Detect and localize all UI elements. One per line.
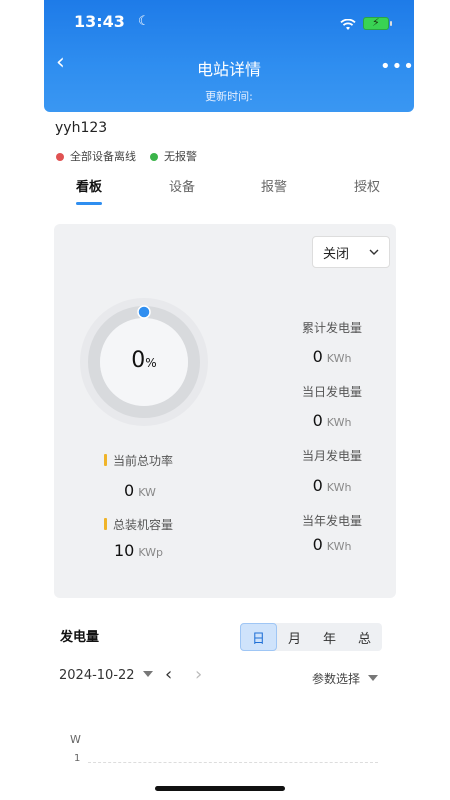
- accent-bar: [104, 454, 107, 466]
- header: 13:43 ☾ ⚡ ‹ 电站详情 ••• 更新时间:: [44, 0, 414, 112]
- station-name: yyh123: [55, 120, 108, 136]
- chevron-down-icon: [369, 249, 379, 255]
- total-generation-label: 累计发电量: [301, 321, 362, 335]
- chart-grid-line: [88, 762, 378, 763]
- monthly-generation-unit: KWh: [326, 481, 352, 494]
- period-day[interactable]: 日: [240, 623, 277, 651]
- daily-generation-number: 0: [312, 411, 323, 430]
- caret-down-icon: [368, 675, 379, 681]
- station-status: 全部设备离线 无报警: [56, 148, 197, 164]
- current-power-value: 0 KW: [124, 481, 156, 500]
- battery-icon: ⚡: [363, 16, 392, 30]
- next-date-icon[interactable]: ›: [195, 664, 202, 685]
- date-picker[interactable]: 2024-10-22: [59, 668, 153, 683]
- wifi-icon: [340, 16, 356, 35]
- chart-y-tick: 1: [74, 753, 81, 764]
- yearly-generation-label: 当年发电量: [301, 514, 362, 528]
- daily-generation-label: 当日发电量: [301, 385, 362, 399]
- gauge-value: 0: [131, 348, 146, 373]
- installed-capacity-value: 10 KWp: [114, 541, 163, 560]
- installed-capacity-label-text: 总装机容量: [113, 518, 174, 532]
- alarm-status-text: 无报警: [164, 150, 197, 163]
- yearly-generation-number: 0: [312, 535, 323, 554]
- daily-generation-value: 0 KWh: [272, 411, 392, 430]
- moon-icon: ☾: [138, 14, 150, 29]
- page-title: 电站详情: [196, 60, 261, 79]
- daily-generation-unit: KWh: [326, 416, 352, 429]
- period-year[interactable]: 年: [312, 623, 347, 651]
- period-selector: 日 月 年 总: [240, 623, 382, 651]
- period-total[interactable]: 总: [347, 623, 382, 651]
- more-icon[interactable]: •••: [380, 56, 415, 77]
- current-power-number: 0: [124, 481, 135, 500]
- monthly-generation-value: 0 KWh: [272, 476, 392, 495]
- period-month[interactable]: 月: [277, 623, 312, 651]
- parameter-select-label: 参数选择: [312, 672, 361, 686]
- installed-capacity-label: 总装机容量: [104, 516, 173, 533]
- alarm-status: 无报警: [150, 148, 197, 164]
- caret-down-icon: [142, 671, 153, 677]
- current-power-unit: KW: [138, 486, 156, 499]
- device-status-text: 全部设备离线: [70, 150, 136, 163]
- tab-bar: 看板 设备 报警 授权: [44, 176, 414, 208]
- total-generation-unit: KWh: [326, 352, 352, 365]
- yearly-generation-value: 0 KWh: [272, 535, 392, 554]
- parameter-select[interactable]: 参数选择: [312, 670, 379, 687]
- home-indicator: [155, 786, 285, 791]
- date-value: 2024-10-22: [59, 668, 135, 683]
- gauge-percentage: 0%: [78, 348, 210, 373]
- installed-capacity-number: 10: [114, 541, 135, 560]
- status-time: 13:43: [74, 12, 125, 31]
- installed-capacity-unit: KWp: [138, 546, 164, 559]
- chart-y-unit: W: [70, 733, 81, 746]
- offline-dot-icon: [56, 153, 64, 161]
- previous-date-icon[interactable]: ‹: [165, 664, 172, 685]
- mode-select[interactable]: 关闭: [312, 236, 390, 268]
- accent-bar: [104, 518, 107, 530]
- tab-devices[interactable]: 设备: [169, 176, 195, 195]
- tab-alarms[interactable]: 报警: [261, 176, 287, 195]
- generation-title: 发电量: [60, 630, 100, 645]
- tab-dashboard[interactable]: 看板: [76, 176, 102, 195]
- total-generation-value: 0 KWh: [272, 347, 392, 366]
- current-power-label: 当前总功率: [104, 452, 173, 469]
- gauge-progress-knob: [137, 305, 151, 319]
- current-power-label-text: 当前总功率: [113, 454, 174, 468]
- mode-select-value: 关闭: [323, 246, 350, 262]
- gauge-unit: %: [145, 356, 157, 370]
- device-status: 全部设备离线: [56, 148, 136, 164]
- monthly-generation-number: 0: [312, 476, 323, 495]
- yearly-generation-unit: KWh: [326, 540, 352, 553]
- update-time: 更新时间:: [205, 90, 253, 103]
- ok-dot-icon: [150, 153, 158, 161]
- monthly-generation-label: 当月发电量: [301, 449, 362, 463]
- total-generation-number: 0: [312, 347, 323, 366]
- tab-authorization[interactable]: 授权: [354, 176, 380, 195]
- tab-active-indicator: [76, 202, 102, 205]
